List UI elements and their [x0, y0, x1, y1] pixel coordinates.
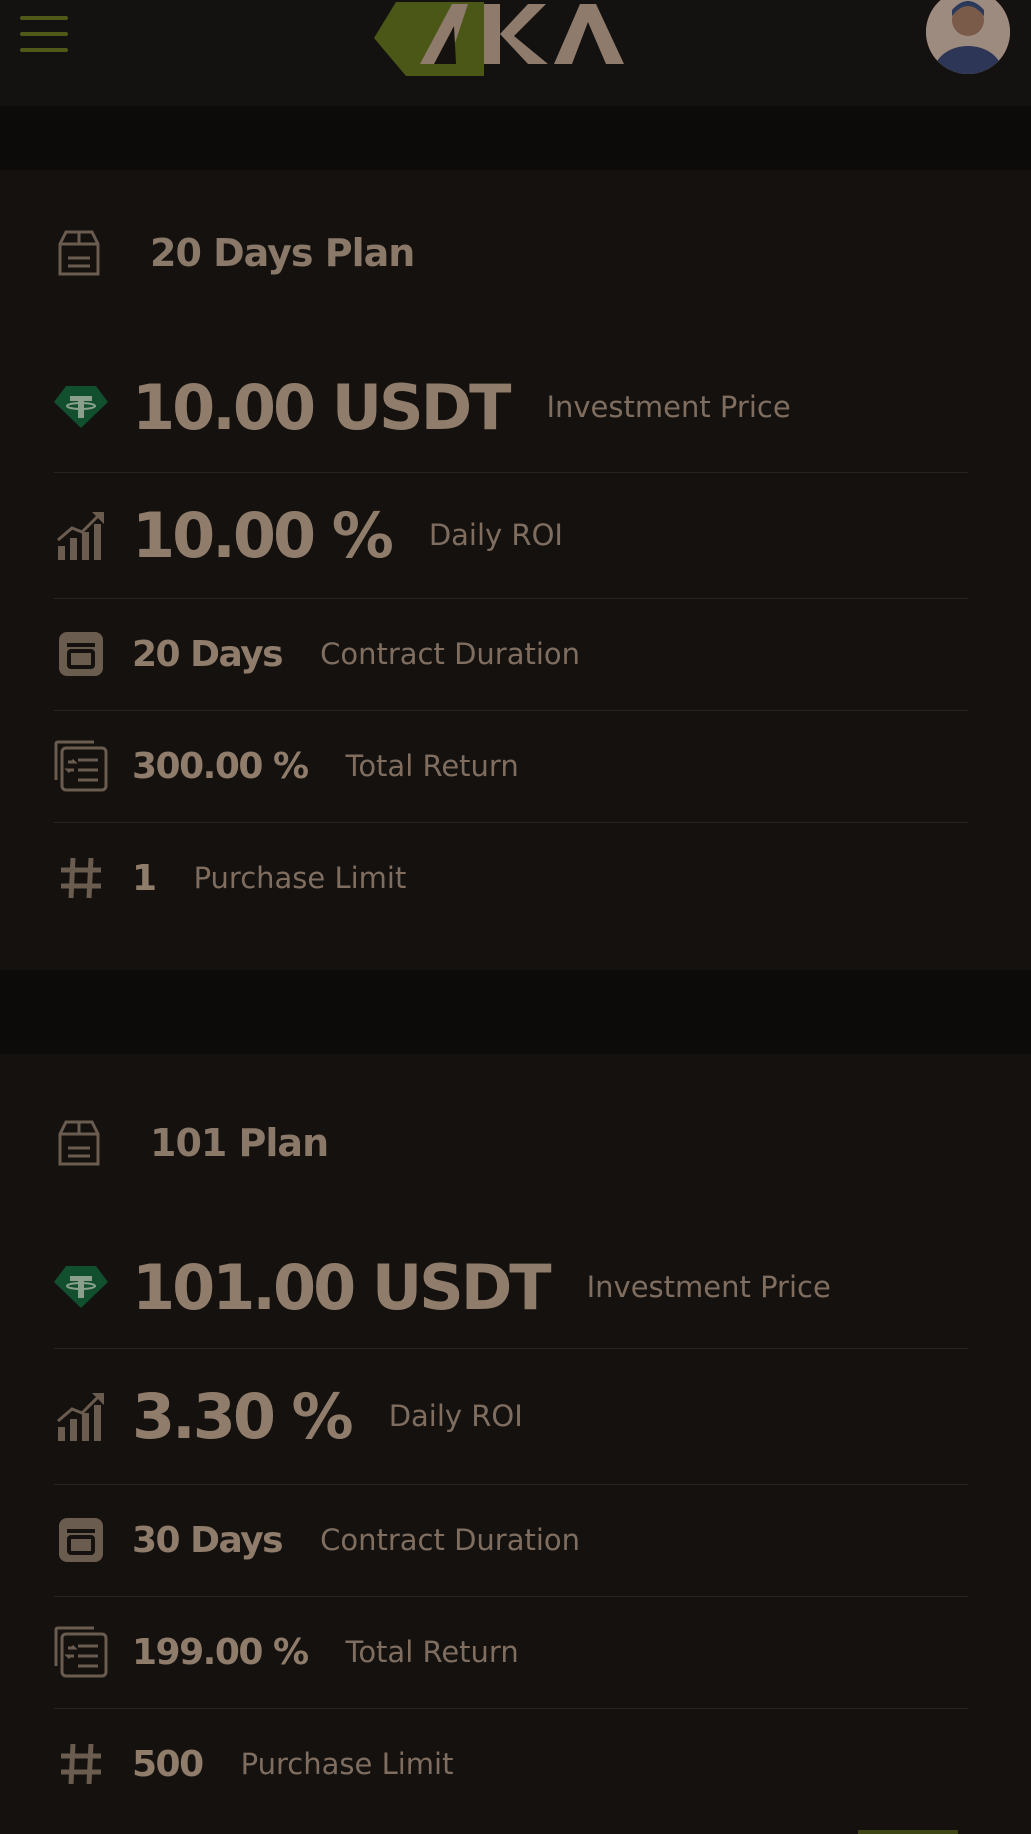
total-return-value: 199.00 % [132, 1631, 309, 1673]
total-return-row: 300.00 % Total Return [54, 710, 968, 823]
total-return-value: 300.00 % [132, 745, 309, 787]
duration-row: 30 Days Contract Duration [54, 1484, 968, 1597]
investment-label: Investment Price [586, 1270, 831, 1304]
plan-title-row: 20 Days Plan [54, 228, 415, 278]
growth-chart-icon [54, 508, 108, 562]
roi-row: 10.00 % Daily ROI [54, 472, 968, 599]
purchase-limit-value: 1 [132, 857, 157, 899]
archive-box-icon [54, 1513, 108, 1567]
investment-row: 101.00 USDT Investment Price [54, 1226, 968, 1349]
buy-button-edge[interactable] [858, 1830, 958, 1834]
tether-usdt-icon [54, 1260, 108, 1314]
archive-box-icon [54, 627, 108, 681]
duration-label: Contract Duration [320, 637, 581, 671]
duration-value: 20 Days [132, 633, 284, 675]
section-gap [0, 106, 1031, 170]
user-avatar[interactable] [926, 0, 1010, 74]
total-return-row: 199.00 % Total Return [54, 1596, 968, 1709]
purchase-limit-label: Purchase Limit [193, 861, 407, 895]
package-box-icon [54, 228, 104, 278]
purchase-limit-value: 500 [132, 1743, 204, 1785]
investment-value: 10.00 USDT [132, 370, 511, 444]
total-return-label: Total Return [345, 749, 519, 783]
package-box-icon [54, 1118, 104, 1168]
plan-title: 101 Plan [150, 1121, 329, 1165]
document-transfer-icon [54, 1625, 108, 1679]
purchase-limit-row: 1 Purchase Limit [54, 822, 968, 934]
roi-value: 3.30 % [132, 1379, 354, 1453]
plan-title: 20 Days Plan [150, 231, 415, 275]
purchase-limit-row: 500 Purchase Limit [54, 1708, 968, 1820]
total-return-label: Total Return [345, 1635, 519, 1669]
tether-usdt-icon [54, 380, 108, 434]
duration-value: 30 Days [132, 1519, 284, 1561]
roi-row: 3.30 % Daily ROI [54, 1348, 968, 1485]
plan-title-row: 101 Plan [54, 1118, 329, 1168]
document-transfer-icon [54, 739, 108, 793]
investment-value: 101.00 USDT [132, 1250, 552, 1324]
section-gap [0, 970, 1031, 1054]
investment-label: Investment Price [546, 390, 791, 424]
hash-icon [54, 1737, 108, 1791]
growth-chart-icon [54, 1389, 108, 1443]
top-header [0, 0, 1031, 106]
plan-card[interactable]: 20 Days Plan 10.00 USDT Investment Price [0, 170, 1031, 970]
hamburger-menu-icon[interactable] [20, 16, 68, 52]
investment-row: 10.00 USDT Investment Price [54, 342, 968, 473]
duration-row: 20 Days Contract Duration [54, 598, 968, 711]
duration-label: Contract Duration [320, 1523, 581, 1557]
aka-logo[interactable] [372, 0, 632, 80]
roi-label: Daily ROI [388, 1399, 523, 1433]
roi-value: 10.00 % [132, 498, 394, 572]
roi-label: Daily ROI [428, 518, 563, 552]
hash-icon [54, 851, 108, 905]
plan-card[interactable]: 101 Plan 101.00 USDT Investment Price 3.… [0, 1054, 1031, 1834]
purchase-limit-label: Purchase Limit [240, 1747, 454, 1781]
